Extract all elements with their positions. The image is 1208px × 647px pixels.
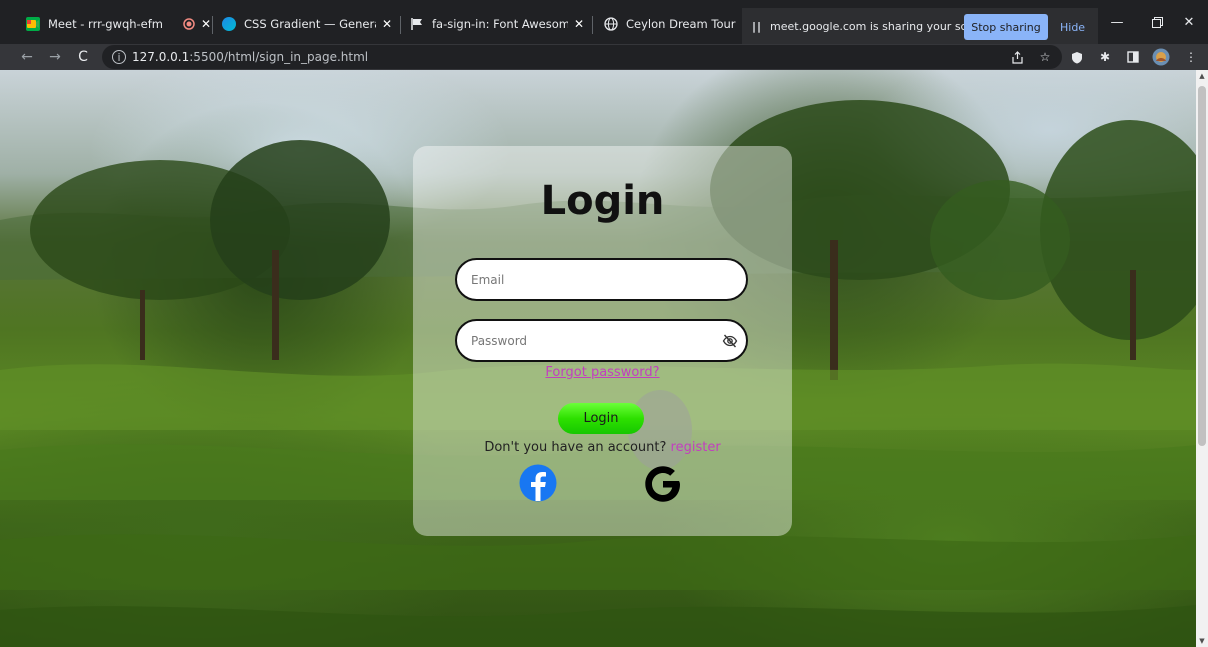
close-window-icon[interactable]: ✕ (1166, 0, 1208, 44)
tab-google-meet[interactable]: Meet - rrr-gwqh-efm ✕ (20, 8, 210, 40)
facebook-icon[interactable] (519, 464, 557, 502)
register-prompt: Don't you have an account? register (413, 440, 792, 455)
scroll-down-icon[interactable]: ▼ (1196, 635, 1208, 647)
tab-separator (400, 16, 401, 34)
forward-icon[interactable]: → (44, 46, 66, 68)
tab-css-gradient[interactable]: CSS Gradient — Generator, M ✕ (216, 8, 398, 40)
scroll-up-icon[interactable]: ▲ (1196, 70, 1208, 82)
screen-share-banner: || meet.google.com is sharing your scree… (742, 8, 1098, 44)
login-button[interactable]: Login (558, 403, 644, 434)
back-icon[interactable]: ← (16, 46, 38, 68)
tab-font-awesome[interactable]: fa-sign-in: Font Awesome Ico ✕ (404, 8, 590, 40)
google-meet-icon (26, 17, 40, 31)
login-card: Login Forgot password? Login Don't you h… (413, 146, 792, 536)
eye-slash-icon[interactable] (722, 333, 738, 349)
forgot-password-link[interactable]: Forgot password? (413, 365, 792, 380)
hide-banner-button[interactable]: Hide (1060, 14, 1085, 40)
browser-tab-strip: Meet - rrr-gwqh-efm ✕ CSS Gradient — Gen… (0, 0, 1208, 44)
tab-label: Meet - rrr-gwqh-efm (48, 17, 164, 31)
tab-label: CSS Gradient — Generator, M (244, 17, 376, 31)
google-icon[interactable] (643, 464, 683, 504)
share-message: meet.google.com is sharing your screen. (770, 19, 995, 33)
share-page-icon[interactable] (1008, 48, 1026, 66)
bookmark-star-icon[interactable]: ☆ (1036, 48, 1054, 66)
page-viewport: Login Forgot password? Login Don't you h… (0, 70, 1208, 647)
stop-sharing-button[interactable]: Stop sharing (964, 14, 1048, 40)
tab-separator (212, 16, 213, 34)
scroll-thumb[interactable] (1198, 86, 1206, 446)
tab-ceylon-dream-tour[interactable]: Ceylon Dream Tour (598, 8, 738, 40)
tab-close-icon[interactable]: ✕ (382, 17, 392, 31)
site-info-icon[interactable]: i (112, 50, 126, 64)
url-path: :5500/html/sign_in_page.html (189, 50, 369, 64)
font-awesome-flag-icon (410, 17, 424, 31)
pause-icon: || (752, 19, 763, 33)
extensions-puzzle-icon[interactable]: ✱ (1096, 48, 1114, 66)
tab-close-icon[interactable]: ✕ (574, 17, 584, 31)
globe-icon (604, 17, 618, 31)
password-input[interactable] (471, 333, 701, 348)
email-field[interactable] (455, 258, 748, 301)
tab-separator (592, 16, 593, 34)
url-host: 127.0.0.1 (132, 50, 190, 64)
login-title: Login (540, 178, 665, 224)
chrome-menu-icon[interactable]: ⋮ (1182, 48, 1200, 66)
recording-icon (183, 18, 195, 30)
page-scrollbar[interactable]: ▲ ▼ (1196, 70, 1208, 647)
tab-label: Ceylon Dream Tour (626, 17, 736, 31)
css-gradient-icon (222, 17, 236, 31)
reload-icon[interactable]: C (72, 46, 94, 68)
email-input[interactable] (471, 272, 701, 287)
tab-close-icon[interactable]: ✕ (201, 17, 210, 31)
profile-avatar[interactable] (1152, 48, 1170, 66)
side-panel-icon[interactable] (1124, 48, 1142, 66)
browser-toolbar: ← → C i 127.0.0.1:5500/html/sign_in_page… (0, 44, 1208, 70)
password-field[interactable] (455, 319, 748, 362)
tab-label: fa-sign-in: Font Awesome Ico (432, 17, 568, 31)
no-account-text: Don't you have an account? (484, 440, 667, 455)
shield-extension-icon[interactable] (1068, 48, 1086, 66)
address-bar[interactable]: i 127.0.0.1:5500/html/sign_in_page.html (102, 45, 1062, 69)
register-link[interactable]: register (671, 440, 721, 455)
